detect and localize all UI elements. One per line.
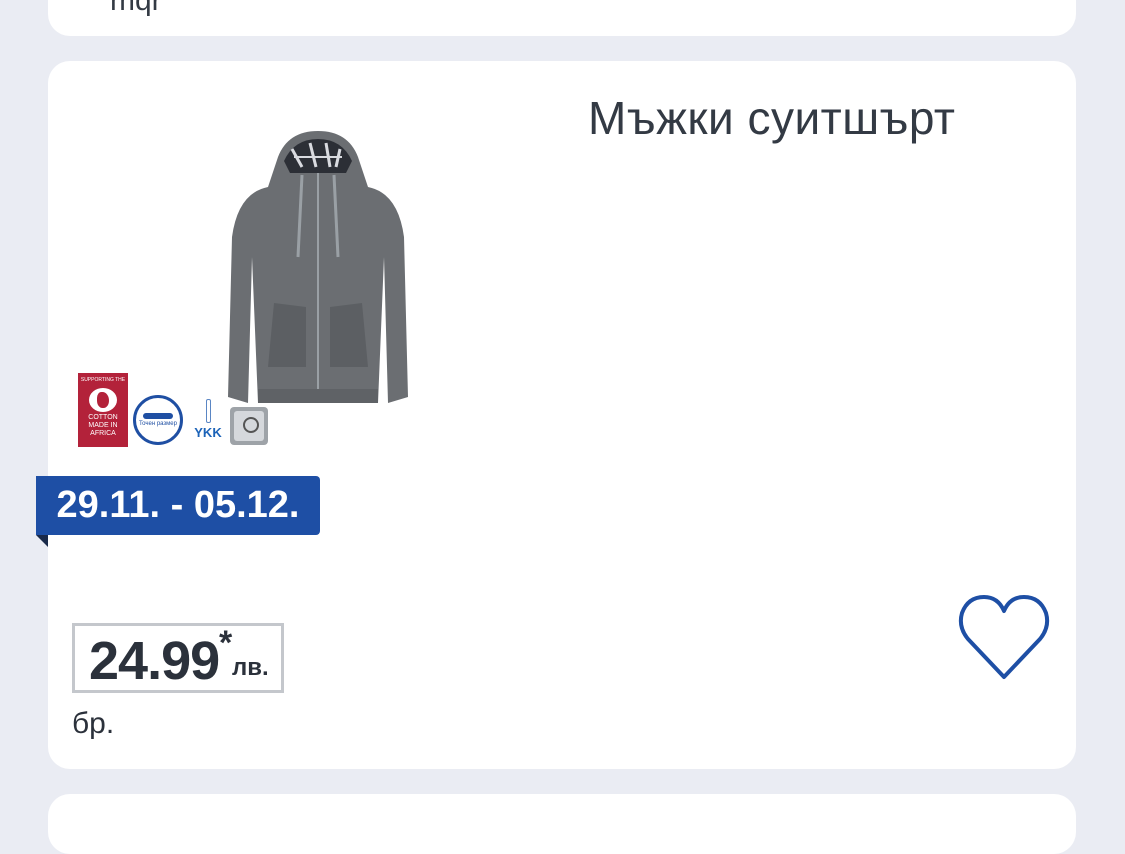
safe-icon (230, 407, 268, 445)
zipper-icon (205, 399, 211, 423)
product-card[interactable]: Мъжки суитшърт SUPPORTING THE COTTON MAD… (36, 61, 1076, 769)
price-unit: бр. (72, 707, 115, 740)
date-banner-fold (36, 535, 48, 547)
ykk-zipper-badge: YKK (188, 399, 228, 445)
cotton-made-in-africa-badge: SUPPORTING THE COTTON MADE IN AFRICA (78, 373, 128, 447)
offer-date-banner: 29.11. - 05.12. (36, 476, 320, 535)
price-asterisk: * (219, 624, 233, 662)
heart-icon[interactable] (956, 591, 1052, 687)
africa-icon (89, 388, 117, 412)
exact-size-badge: Точен размер (133, 395, 183, 445)
previous-product-card[interactable]: mqr (48, 0, 1076, 36)
price-currency: лв. (232, 654, 269, 681)
next-product-card[interactable] (48, 794, 1076, 854)
product-image[interactable] (218, 127, 418, 417)
product-title[interactable]: Мъжки суитшърт (588, 91, 956, 145)
price-box: 24.99 * лв. (72, 623, 284, 693)
price-value: 24.99 (89, 631, 220, 691)
previous-card-text: mqr (110, 0, 162, 17)
